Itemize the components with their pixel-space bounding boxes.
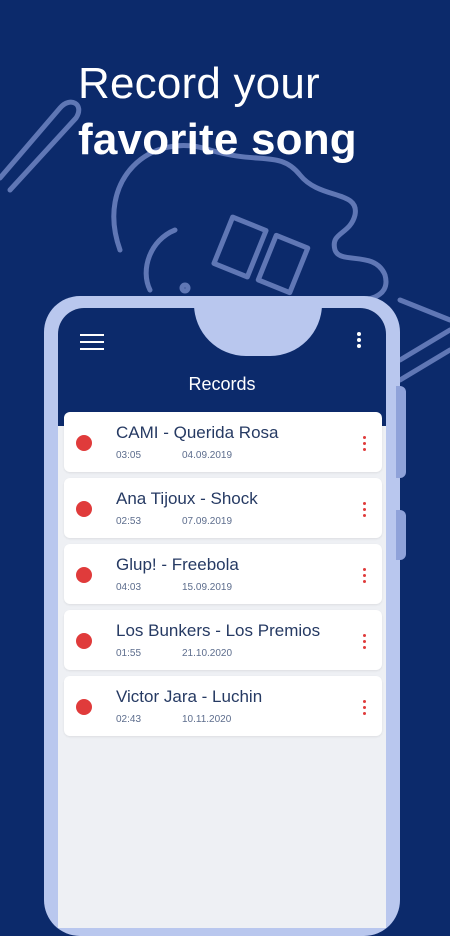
record-dot-icon: [76, 435, 92, 451]
phone-side-button: [396, 386, 406, 478]
record-duration: 02:43: [116, 714, 142, 725]
record-title: CAMI - Querida Rosa: [116, 423, 279, 442]
record-date: 07.09.2019: [182, 516, 233, 527]
records-list: CAMI - Querida Rosa 03:05 04.09.2019 Ana…: [64, 412, 382, 742]
record-dot-icon: [76, 699, 92, 715]
record-duration: 01:55: [116, 648, 142, 659]
vertical-dots-icon[interactable]: [360, 631, 370, 651]
record-title: Los Bunkers - Los Premios: [116, 621, 321, 640]
record-dot-icon: [76, 501, 92, 517]
record-title: Ana Tijoux - Shock: [116, 489, 258, 508]
record-date: 10.11.2020: [182, 714, 232, 725]
vertical-dots-icon[interactable]: [360, 433, 370, 453]
list-item[interactable]: Victor Jara - Luchin 02:43 10.11.2020: [64, 676, 382, 736]
record-duration: 02:53: [116, 516, 142, 527]
record-dot-icon: [76, 567, 92, 583]
record-date: 04.09.2019: [182, 450, 233, 461]
list-item[interactable]: Glup! - Freebola 04:03 15.09.2019: [64, 544, 382, 604]
record-duration: 04:03: [116, 582, 142, 593]
list-item[interactable]: CAMI - Querida Rosa 03:05 04.09.2019: [64, 412, 382, 472]
record-dot-icon: [76, 633, 92, 649]
headline-line2: favorite song: [78, 115, 357, 164]
list-item[interactable]: Ana Tijoux - Shock 02:53 07.09.2019: [64, 478, 382, 538]
record-date: 21.10.2020: [182, 648, 233, 659]
record-title: Victor Jara - Luchin: [116, 687, 263, 706]
record-date: 15.09.2019: [182, 582, 233, 593]
vertical-dots-icon[interactable]: [354, 330, 364, 350]
record-duration: 03:05: [116, 450, 142, 461]
vertical-dots-icon[interactable]: [360, 499, 370, 519]
list-item[interactable]: Los Bunkers - Los Premios 01:55 21.10.20…: [64, 610, 382, 670]
phone-side-button: [396, 510, 406, 560]
hamburger-menu-icon[interactable]: [80, 332, 106, 352]
headline-line1: Record your: [78, 59, 320, 108]
phone-screen: Records CAMI - Querida Rosa 03:05 04.09.…: [58, 308, 386, 928]
record-title: Glup! - Freebola: [116, 555, 239, 574]
headline: Record your favorite song: [78, 56, 357, 168]
vertical-dots-icon[interactable]: [360, 697, 370, 717]
app-title: Records: [188, 374, 256, 394]
vertical-dots-icon[interactable]: [360, 565, 370, 585]
